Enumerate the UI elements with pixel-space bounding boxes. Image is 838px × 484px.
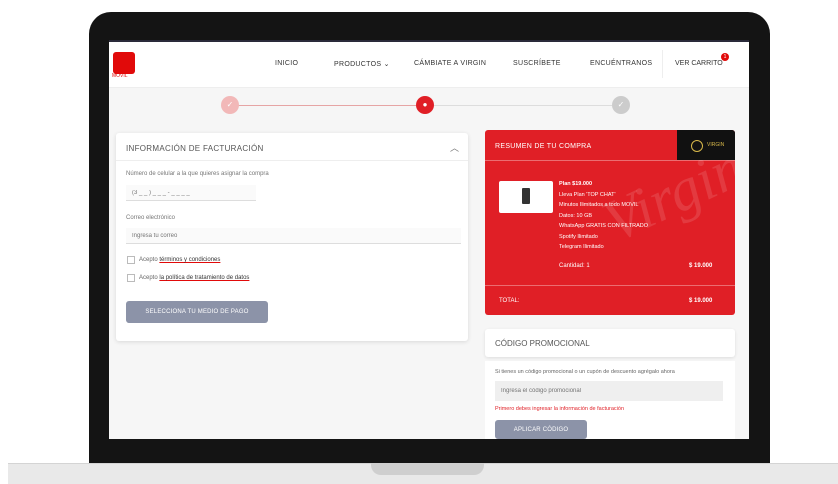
terms-text: Acepto términos y condiciones <box>139 257 220 263</box>
summary-divider <box>485 160 735 161</box>
select-payment-button[interactable]: SELECCIONA TU MEDIO DE PAGO <box>126 301 268 323</box>
product-detail: Datos: 10 GB <box>559 213 593 219</box>
laptop-notch <box>371 463 484 475</box>
cart-count-badge: 1 <box>721 53 729 61</box>
summary-total-divider <box>485 285 735 286</box>
nav-item-inicio[interactable]: INICIO <box>275 60 298 67</box>
terms-checkbox[interactable] <box>127 256 135 264</box>
phone-input[interactable] <box>126 185 256 201</box>
email-label: Correo electrónico <box>126 215 176 221</box>
virgin-logo-icon[interactable] <box>113 52 135 74</box>
product-image <box>499 181 553 213</box>
product-detail: Telegram Ilimitado <box>559 244 604 250</box>
cart-button[interactable]: VER CARRITO 1 <box>662 50 733 78</box>
billing-title: INFORMACIÓN DE FACTURACIÓN <box>126 144 264 153</box>
product-detail: WhatsApp GRATIS CON FILTRADO <box>559 223 649 229</box>
product-detail: Plan $19.000 <box>559 181 593 187</box>
quantity-label: Cantidad: 1 <box>559 263 590 269</box>
email-input[interactable] <box>126 228 461 244</box>
chevron-down-icon: ⌄ <box>383 61 390 68</box>
top-navbar: MÓVIL INICIO PRODUCTOS ⌄ CÁMBIATE A VIRG… <box>109 42 749 88</box>
chevron-up-icon[interactable]: ︿ <box>450 141 459 154</box>
nav-item-encuentranos[interactable]: ENCUÉNTRANOS <box>590 60 652 67</box>
quantity-price: $ 19.000 <box>689 263 713 269</box>
promo-error-message: Primero debes ingresar la información de… <box>495 406 625 412</box>
sim-card-icon <box>522 188 530 204</box>
badge-text: VIRGIN <box>707 142 725 148</box>
billing-divider <box>116 160 468 161</box>
promo-code-header[interactable]: CÓDIGO PROMOCIONAL <box>485 329 735 357</box>
stepper-step-3: ✓ <box>612 96 630 114</box>
phone-label: Número de celular a la que quieres asign… <box>126 171 269 177</box>
summary-badge: VIRGIN <box>677 130 735 160</box>
browser-screen: MÓVIL INICIO PRODUCTOS ⌄ CÁMBIATE A VIRG… <box>109 40 749 439</box>
policy-prefix: Acepto <box>139 275 158 281</box>
product-detail: Spotify Ilimitado <box>559 234 598 240</box>
stepper-line-1 <box>238 105 416 106</box>
policy-text: Acepto la política de tratamiento de dat… <box>139 275 249 281</box>
nav-item-suscribete[interactable]: SUSCRÍBETE <box>513 60 561 67</box>
total-price: $ 19.000 <box>689 298 713 304</box>
promo-description: Si tienes un código promocional o un cup… <box>495 369 675 375</box>
stepper-line-2 <box>434 105 612 106</box>
product-detail: Minutos Ilimitados a todo MOVIL <box>559 202 639 208</box>
terms-link[interactable]: términos y condiciones <box>159 257 220 263</box>
logo-subtitle: MÓVIL <box>112 73 128 79</box>
purchase-summary-card: Virgin RESUMEN DE TU COMPRA VIRGIN Plan … <box>485 130 735 315</box>
promo-code-body: Si tienes un código promocional o un cup… <box>485 361 735 439</box>
cart-label: VER CARRITO <box>675 60 723 67</box>
policy-link[interactable]: la política de tratamiento de datos <box>159 275 249 281</box>
product-detail: Lleva Plan 'TOP CHAT' <box>559 192 616 198</box>
policy-checkbox[interactable] <box>127 274 135 282</box>
nav-item-label: PRODUCTOS <box>334 61 382 68</box>
stepper-step-2: ● <box>416 96 434 114</box>
promo-code-input[interactable] <box>495 381 723 401</box>
badge-emblem-icon <box>691 140 703 152</box>
promo-title: CÓDIGO PROMOCIONAL <box>495 339 590 348</box>
nav-item-cambiate[interactable]: CÁMBIATE A VIRGIN <box>414 60 486 67</box>
total-label: TOTAL: <box>499 298 520 304</box>
stepper-step-1: ✓ <box>221 96 239 114</box>
billing-card: INFORMACIÓN DE FACTURACIÓN ︿ Número de c… <box>116 133 468 341</box>
summary-title: RESUMEN DE TU COMPRA <box>495 143 592 150</box>
apply-code-button[interactable]: APLICAR CÓDIGO <box>495 420 587 439</box>
terms-prefix: Acepto <box>139 257 158 263</box>
nav-item-productos[interactable]: PRODUCTOS ⌄ <box>334 60 390 68</box>
